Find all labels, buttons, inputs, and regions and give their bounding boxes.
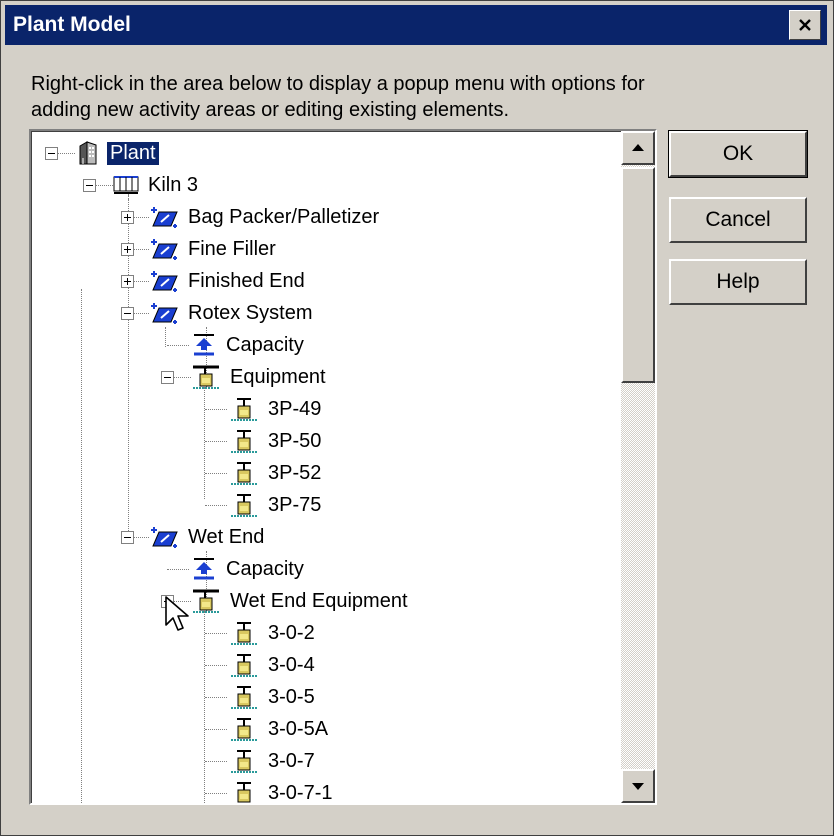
tree-node-label[interactable]: 3-0-7-1 <box>265 782 335 804</box>
tree-node[interactable]: 3-0-5A <box>229 715 331 743</box>
tree-node[interactable]: 3-0-7 <box>229 747 318 775</box>
tree-node-label[interactable]: Wet End Equipment <box>227 590 411 613</box>
collapse-toggle[interactable] <box>45 147 58 160</box>
tree-node[interactable]: 3-0-4 <box>229 651 318 679</box>
tree-node-label[interactable]: Plant <box>106 140 160 166</box>
arrow-down-icon <box>632 783 644 790</box>
tree-node-label[interactable]: 3P-52 <box>265 462 324 485</box>
equipment-icon <box>229 396 259 422</box>
equipment-icon <box>229 492 259 518</box>
equipment-icon <box>229 748 259 774</box>
tree-node[interactable]: 3P-75 <box>229 491 324 519</box>
title-bar[interactable]: Plant Model <box>5 5 827 45</box>
equipment-icon <box>229 652 259 678</box>
tree-node[interactable]: 3P-50 <box>229 427 324 455</box>
tree-node[interactable]: 3P-49 <box>229 395 324 423</box>
activity-area-icon <box>149 236 179 262</box>
cancel-button[interactable]: Cancel <box>669 197 807 243</box>
building-icon <box>75 140 101 166</box>
scroll-up-button[interactable] <box>621 131 655 165</box>
tree-node[interactable]: Wet End <box>149 523 267 551</box>
tree-node[interactable]: Bag Packer/Palletizer <box>149 203 382 231</box>
equipment-icon <box>229 684 259 710</box>
arrow-up-icon <box>632 144 644 151</box>
tree-node-label[interactable]: Capacity <box>223 334 307 357</box>
equipment-icon <box>229 780 259 803</box>
plant-model-dialog: Plant Model Right-click in the area belo… <box>0 0 834 836</box>
tree-node-label[interactable]: Bag Packer/Palletizer <box>185 206 382 229</box>
tree-node[interactable]: Plant <box>75 139 160 167</box>
tree-node[interactable]: Wet End Equipment <box>191 587 411 615</box>
tree-node[interactable]: Finished End <box>149 267 308 295</box>
tree-node[interactable]: 3-0-2 <box>229 619 318 647</box>
equipment-icon <box>229 716 259 742</box>
plant-tree-view[interactable]: Plant Kiln 3 Bag Packer/Palletizer Fine Fil… <box>29 129 657 805</box>
tree-node[interactable]: Rotex System <box>149 299 315 327</box>
kiln-icon <box>113 172 139 198</box>
equipment-folder-icon <box>191 364 221 390</box>
tree-node-label[interactable]: 3-0-7 <box>265 750 318 773</box>
vertical-scrollbar[interactable] <box>621 131 655 803</box>
tree-node-label[interactable]: Finished End <box>185 270 308 293</box>
close-icon <box>799 19 811 31</box>
tree-node-label[interactable]: Fine Filler <box>185 238 279 261</box>
tree-content[interactable]: Plant Kiln 3 Bag Packer/Palletizer Fine Fil… <box>31 131 621 803</box>
tree-node-label[interactable]: 3-0-2 <box>265 622 318 645</box>
collapse-toggle[interactable] <box>121 531 134 544</box>
activity-area-icon <box>149 300 179 326</box>
tree-node[interactable]: Capacity <box>191 331 307 359</box>
ok-button[interactable]: OK <box>668 130 808 178</box>
capacity-icon <box>191 332 217 358</box>
window-title: Plant Model <box>13 13 131 36</box>
activity-area-icon <box>149 524 179 550</box>
tree-node-label[interactable]: 3-0-5A <box>265 718 331 741</box>
collapse-toggle[interactable] <box>83 179 96 192</box>
equipment-icon <box>229 428 259 454</box>
tree-node[interactable]: Equipment <box>191 363 329 391</box>
collapse-toggle[interactable] <box>161 371 174 384</box>
scroll-thumb[interactable] <box>621 167 655 383</box>
tree-node-label[interactable]: 3P-49 <box>265 398 324 421</box>
scroll-down-button[interactable] <box>621 769 655 803</box>
tree-node[interactable]: Kiln 3 <box>113 171 201 199</box>
close-button[interactable] <box>789 10 821 40</box>
tree-node-label[interactable]: 3-0-4 <box>265 654 318 677</box>
tree-node-label[interactable]: Rotex System <box>185 302 315 325</box>
tree-node-label[interactable]: Kiln 3 <box>145 174 201 197</box>
tree-node[interactable]: 3-0-7-1 <box>229 779 335 804</box>
tree-node[interactable]: 3P-52 <box>229 459 324 487</box>
tree-node-label[interactable]: 3P-50 <box>265 430 324 453</box>
tree-node-label[interactable]: 3P-75 <box>265 494 324 517</box>
collapse-toggle[interactable] <box>121 307 134 320</box>
tree-node-label[interactable]: Capacity <box>223 558 307 581</box>
equipment-icon <box>229 620 259 646</box>
tree-node[interactable]: Fine Filler <box>149 235 279 263</box>
tree-node[interactable]: 3-0-5 <box>229 683 318 711</box>
equipment-folder-icon <box>191 588 221 614</box>
expand-toggle[interactable] <box>121 275 134 288</box>
capacity-icon <box>191 556 217 582</box>
tree-node-label[interactable]: Equipment <box>227 366 329 389</box>
activity-area-icon <box>149 204 179 230</box>
expand-toggle[interactable] <box>121 211 134 224</box>
tree-node-label[interactable]: 3-0-5 <box>265 686 318 709</box>
help-button[interactable]: Help <box>669 259 807 305</box>
equipment-icon <box>229 460 259 486</box>
activity-area-icon <box>149 268 179 294</box>
mouse-pointer-icon <box>165 596 189 631</box>
tree-node[interactable]: Capacity <box>191 555 307 583</box>
tree-node-label[interactable]: Wet End <box>185 526 267 549</box>
instruction-text: Right-click in the area below to display… <box>31 73 645 121</box>
expand-toggle[interactable] <box>121 243 134 256</box>
